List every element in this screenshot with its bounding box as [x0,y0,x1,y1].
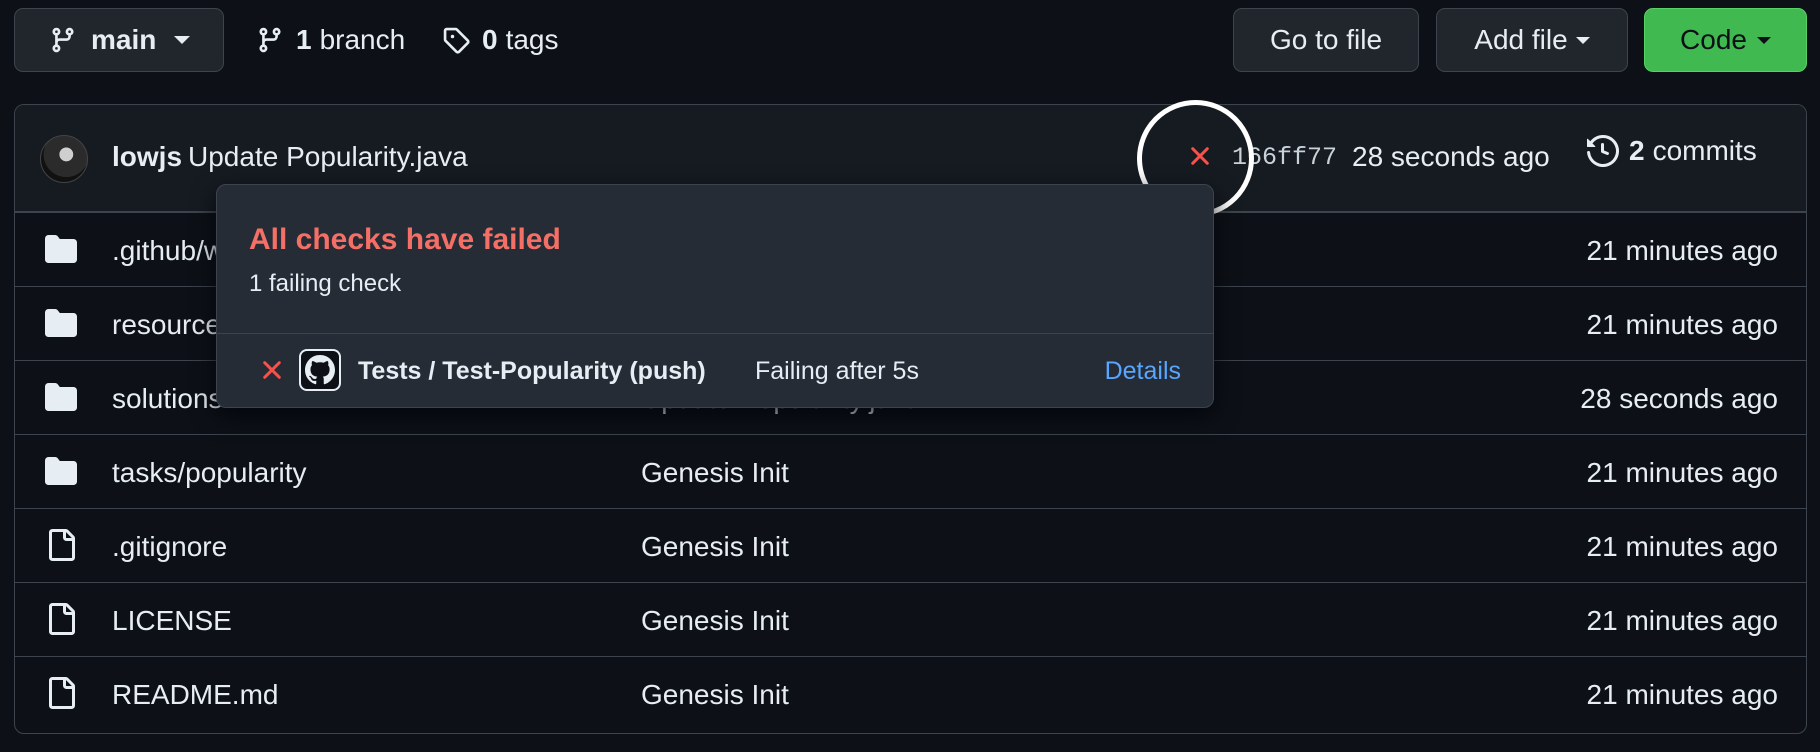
file-row[interactable]: .gitignore Genesis Init 21 minutes ago [15,508,1806,582]
file-icon [45,677,77,709]
divider [217,333,1213,334]
x-icon [259,357,285,383]
file-row[interactable]: LICENSE Genesis Init 21 minutes ago [15,582,1806,656]
chevron-down-icon [174,36,191,44]
file-commit-time: 21 minutes ago [1586,309,1778,340]
file-commit-message[interactable]: Genesis Init [641,457,789,489]
commits-label: commits [1652,135,1757,166]
file-name[interactable]: .gitignore [112,531,227,563]
file-commit-time: 21 minutes ago [1586,457,1778,488]
file-name[interactable]: tasks/popularity [112,457,307,489]
file-name[interactable]: README.md [112,679,278,711]
branch-name: main [91,24,157,55]
go-to-file-button[interactable]: Go to file [1233,8,1419,72]
github-logo-icon [299,349,341,391]
code-label: Code [1680,24,1747,55]
check-status: Failing after 5s [755,357,919,385]
file-name[interactable]: LICENSE [112,605,232,637]
chevron-down-icon [1756,36,1771,44]
file-commit-message[interactable]: Genesis Init [641,605,789,637]
commit-time: 28 seconds ago [1352,141,1550,172]
x-icon[interactable] [1187,143,1213,169]
details-link[interactable]: Details [1105,357,1181,386]
file-commit-time: 21 minutes ago [1586,679,1778,710]
file-commit-message[interactable]: Genesis Init [641,531,789,563]
checks-popover: All checks have failed 1 failing check T… [216,184,1214,408]
git-branch-icon [49,26,77,54]
file-commit-time: 21 minutes ago [1586,605,1778,636]
check-name: Tests / Test-Popularity (push) [358,357,706,385]
chevron-down-icon [1575,36,1590,44]
commit-author[interactable]: lowjs [112,141,182,173]
tag-icon [442,26,470,54]
go-to-file-label: Go to file [1269,24,1383,55]
file-commit-time: 21 minutes ago [1586,531,1778,562]
history-icon [1587,135,1619,167]
file-row[interactable]: README.md Genesis Init 21 minutes ago [15,656,1806,730]
folder-icon [45,455,77,487]
checks-subtitle: 1 failing check [249,270,402,297]
file-commit-time: 21 minutes ago [1586,235,1778,266]
commit-message[interactable]: Update Popularity.java [188,141,468,173]
checks-title: All checks have failed [249,223,561,256]
tags-label: tags [505,24,559,55]
commit-sha[interactable]: 166ff77 [1232,143,1337,172]
file-icon [45,603,77,635]
add-file-button[interactable]: Add file [1436,8,1628,72]
folder-icon [45,233,77,265]
branches-label: branch [319,24,406,55]
code-button[interactable]: Code [1644,8,1807,72]
branches-count: 1 [296,24,312,55]
commits-count: 2 [1629,135,1645,166]
file-icon [45,529,77,561]
commits-history-link[interactable]: 2 commits [1587,135,1757,167]
folder-icon [45,381,77,413]
file-commit-time: 28 seconds ago [1580,383,1778,414]
file-name[interactable]: solutions [112,383,223,415]
git-branch-icon [256,26,284,54]
file-commit-message[interactable]: Genesis Init [641,679,789,711]
tags-count: 0 [482,24,498,55]
file-row[interactable]: tasks/popularity Genesis Init 21 minutes… [15,434,1806,508]
tags-link[interactable]: 0 tags [442,8,559,72]
folder-icon [45,307,77,339]
add-file-label: Add file [1474,24,1568,55]
branch-selector-button[interactable]: main [14,8,224,72]
avatar[interactable] [40,135,88,183]
branches-link[interactable]: 1 branch [256,8,405,72]
repo-toolbar: main 1 branch 0 tags Go to file Add file… [0,0,1820,80]
